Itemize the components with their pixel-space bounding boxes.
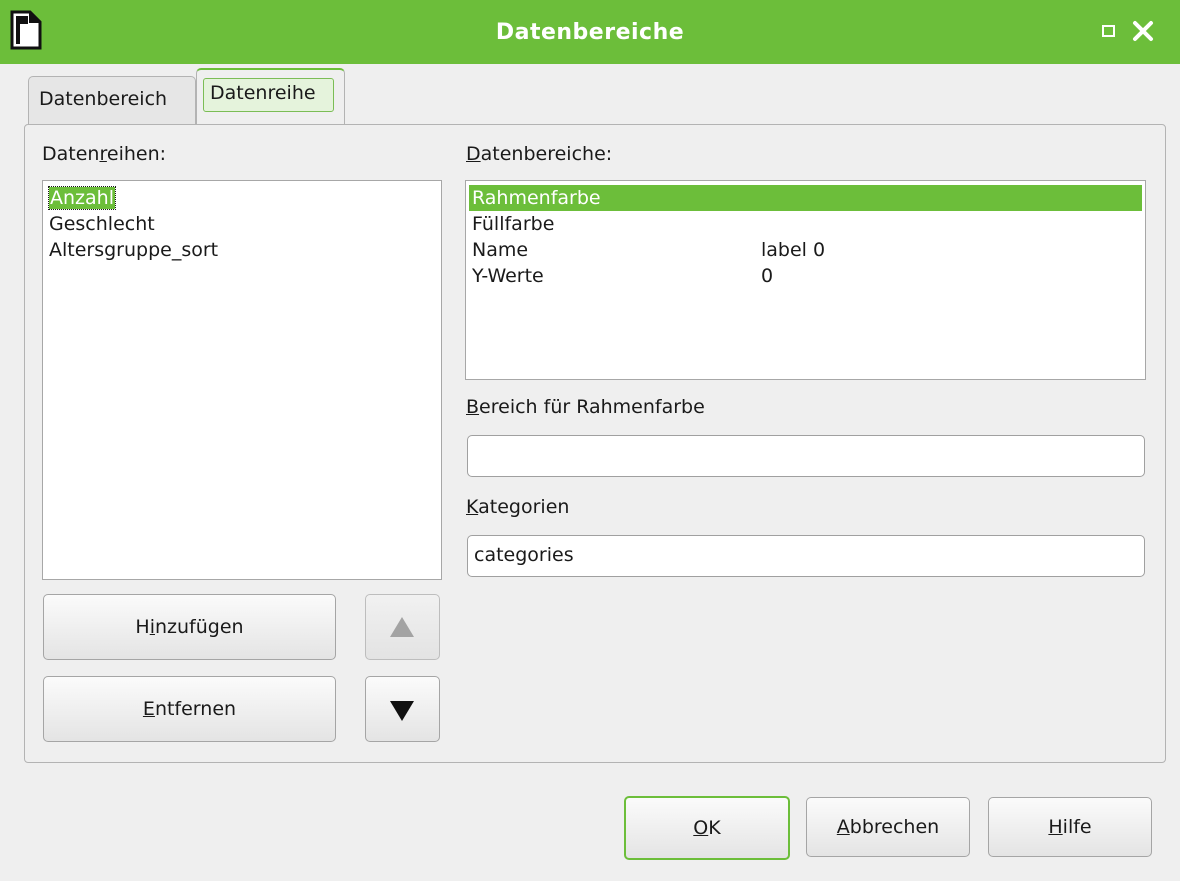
table-row[interactable]: Rahmenfarbe <box>469 185 1142 211</box>
list-item[interactable]: Anzahl <box>48 185 116 211</box>
range-input[interactable] <box>467 435 1145 477</box>
label-text: ategorien <box>478 496 570 518</box>
button-text: H <box>135 616 150 638</box>
row-name: Name <box>472 239 529 261</box>
list-item[interactable]: Altersgruppe_sort <box>49 237 218 263</box>
row-value: 0 <box>761 265 774 287</box>
help-button[interactable]: Hilfe <box>988 797 1152 857</box>
cancel-button[interactable]: Abbrechen <box>806 797 970 857</box>
add-button[interactable]: Hinzufügen <box>43 594 336 660</box>
list-item-label: Anzahl <box>48 186 116 210</box>
tab-label: Datenbereich <box>39 88 168 110</box>
list-item[interactable]: Geschlecht <box>49 211 155 237</box>
close-icon[interactable] <box>1128 16 1158 46</box>
button-text: ilfe <box>1062 816 1092 838</box>
label-mnemonic: B <box>466 396 480 418</box>
button-text: K <box>708 817 721 839</box>
label-mnemonic: K <box>466 496 479 518</box>
remove-button[interactable]: Entfernen <box>43 676 336 742</box>
arrow-down-icon <box>390 701 414 721</box>
label-mnemonic: D <box>466 143 481 165</box>
row-value: label 0 <box>761 239 826 261</box>
tab-datenbereich[interactable]: Datenbereich <box>28 76 196 124</box>
table-row[interactable]: Füllfarbe <box>469 211 1142 237</box>
label-text: eihen: <box>106 143 167 165</box>
arrow-up-icon <box>390 617 414 637</box>
list-item-label: Geschlecht <box>49 213 155 235</box>
series-list-label: Datenreihen: <box>42 143 166 165</box>
range-field-label: Bereich für Rahmenfarbe <box>466 396 705 418</box>
row-name: Füllfarbe <box>472 213 555 235</box>
move-down-button[interactable] <box>365 676 440 742</box>
label-text: ereich für Rahmenfarbe <box>479 396 705 418</box>
button-mnemonic: E <box>142 698 155 720</box>
window-title: Datenbereiche <box>495 20 685 45</box>
list-item-label: Altersgruppe_sort <box>49 239 219 261</box>
label-text: Daten <box>42 143 100 165</box>
button-mnemonic: O <box>693 817 709 839</box>
button-text: ntfernen <box>154 698 237 720</box>
button-text: bbrechen <box>849 816 940 838</box>
tab-label: Datenreihe <box>210 82 316 104</box>
ok-button[interactable]: OK <box>624 796 790 860</box>
button-mnemonic: A <box>836 816 850 838</box>
table-row[interactable]: Name label 0 <box>469 237 1142 263</box>
maximize-icon[interactable] <box>1102 25 1115 37</box>
series-list[interactable]: Anzahl Geschlecht Altersgruppe_sort <box>42 180 442 580</box>
ranges-list[interactable]: Rahmenfarbe Füllfarbe Name label 0 Y-Wer… <box>465 180 1146 380</box>
button-mnemonic: H <box>1048 816 1063 838</box>
button-text: nzufügen <box>154 616 244 638</box>
ranges-list-label: Datenbereiche: <box>466 143 612 165</box>
categories-field-label: Kategorien <box>466 496 569 518</box>
label-text: atenbereiche: <box>480 143 613 165</box>
table-row[interactable]: Y-Werte 0 <box>469 263 1142 289</box>
row-name: Y-Werte <box>472 265 544 287</box>
move-up-button[interactable] <box>365 594 440 660</box>
label-mnemonic: r <box>99 143 107 165</box>
tab-datenreihe[interactable]: Datenreihe <box>196 68 345 126</box>
row-name: Rahmenfarbe <box>472 187 601 209</box>
categories-input[interactable]: categories <box>467 535 1145 577</box>
